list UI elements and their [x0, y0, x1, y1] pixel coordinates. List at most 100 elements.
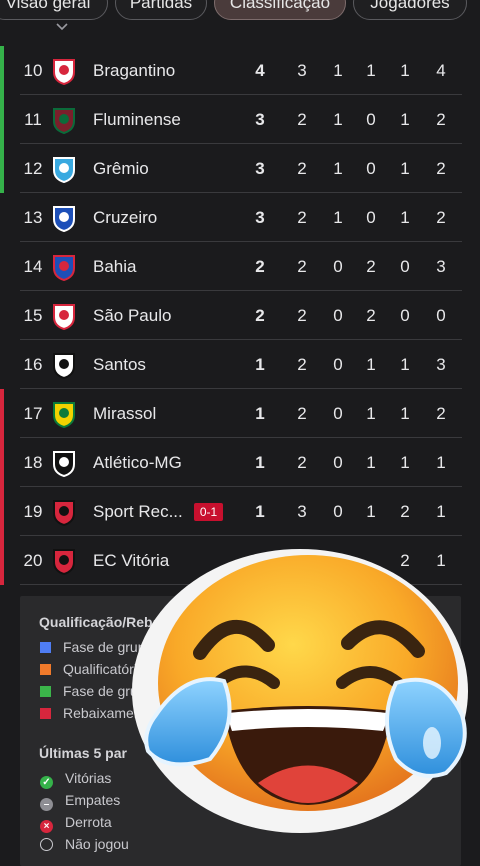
stat-cell: 1: [400, 61, 410, 80]
stat-cell: 1: [333, 110, 343, 129]
points-cell: 3: [255, 110, 265, 129]
stat-cell: 2: [297, 355, 307, 374]
stat-cell: 0: [436, 306, 446, 325]
team-crest-icon: [53, 402, 75, 428]
tab-bar: Visão geral Partidas Classificação Jogad…: [0, 0, 480, 24]
row-position: 17: [23, 404, 43, 423]
live-score-badge: 0-1: [194, 503, 223, 521]
stat-cell: 1: [400, 159, 410, 178]
stat-cell: 1: [333, 208, 343, 227]
stat-cell: 2: [297, 306, 307, 325]
red-square-icon: [40, 708, 51, 719]
stat-cell: 0: [400, 306, 410, 325]
stat-cell: 1: [400, 208, 410, 227]
stat-cell: 2: [366, 306, 376, 325]
row-position: 11: [24, 110, 42, 129]
table-row[interactable]: 18 Atlético-MG 1 2 0 1 1 1: [0, 438, 480, 487]
points-cell: 1: [255, 453, 265, 472]
stat-cell: 1: [400, 110, 410, 129]
x-icon: ×: [40, 820, 53, 833]
row-position: 18: [23, 453, 43, 472]
green-square-icon: [40, 686, 51, 697]
minus-icon: –: [40, 798, 53, 811]
stat-cell: 3: [436, 355, 446, 374]
team-name: Bragantino: [93, 61, 176, 80]
team-name: Cruzeiro: [93, 208, 158, 227]
table-row[interactable]: 13 Cruzeiro 3 2 1 0 1 2: [0, 193, 480, 242]
row-position: 14: [23, 257, 43, 276]
stat-cell: 2: [297, 159, 307, 178]
stat-cell: 0: [333, 453, 343, 472]
table-row[interactable]: 16 Santos 1 2 0 1 1 3: [0, 340, 480, 389]
stat-cell: 0: [366, 159, 376, 178]
team-name: Santos: [93, 355, 146, 374]
points-cell: 3: [255, 208, 265, 227]
team-crest-icon: [53, 108, 75, 134]
laughing-crying-emoji-icon: [132, 549, 468, 833]
table-row[interactable]: 15 São Paulo 2 2 0 2 0 0: [0, 291, 480, 340]
stat-cell: 0: [333, 502, 343, 521]
legend-item: Rebaixamen: [40, 705, 142, 721]
points-cell: 1: [255, 502, 265, 521]
team-name: Atlético-MG: [93, 453, 182, 472]
tab-matches[interactable]: Partidas: [115, 0, 207, 20]
zone-indicator: [0, 95, 4, 144]
table-row[interactable]: 19 Sport Rec... 0-1 1 3 0 1 2 1: [0, 487, 480, 536]
legend-item: ✓ Vitórias: [40, 770, 111, 789]
zone-indicator: [0, 536, 4, 585]
team-crest-icon: [53, 206, 75, 232]
row-position: 19: [23, 502, 43, 521]
empty-circle-icon: [40, 838, 53, 851]
tab-players[interactable]: Jogadores: [353, 0, 467, 20]
stat-cell: 1: [400, 453, 410, 472]
stat-cell: 2: [297, 208, 307, 227]
stat-cell: 0: [333, 404, 343, 423]
tab-standings[interactable]: Classificação: [214, 0, 346, 20]
stat-cell: 0: [400, 257, 410, 276]
legend-item: × Derrota: [40, 814, 112, 833]
stat-cell: 2: [436, 404, 446, 423]
team-crest-icon: [53, 451, 75, 477]
team-name: Mirassol: [93, 404, 157, 423]
table-row[interactable]: 14 Bahia 2 2 0 2 0 3: [0, 242, 480, 291]
stat-cell: 1: [436, 502, 446, 521]
team-crest-icon: [53, 500, 75, 526]
stat-cell: 1: [436, 453, 446, 472]
stat-cell: 2: [436, 208, 446, 227]
team-crest-icon: [53, 304, 75, 330]
stat-cell: 1: [366, 502, 376, 521]
stat-cell: 3: [297, 502, 307, 521]
stat-cell: 1: [366, 453, 376, 472]
stat-cell: 3: [297, 61, 307, 80]
table-row[interactable]: 11 Fluminense 3 2 1 0 1 2: [0, 95, 480, 144]
table-row[interactable]: 12 Grêmio 3 2 1 0 1 2: [0, 144, 480, 193]
points-cell: 4: [255, 61, 265, 80]
zone-indicator: [0, 487, 4, 536]
stat-cell: 0: [333, 355, 343, 374]
stat-cell: 1: [333, 61, 343, 80]
stat-cell: 1: [366, 61, 376, 80]
team-name: Grêmio: [93, 159, 149, 178]
stat-cell: 0: [366, 110, 376, 129]
stat-cell: 1: [366, 404, 376, 423]
legend-last5-title: Últimas 5 par: [39, 745, 127, 761]
zone-indicator: [0, 438, 4, 487]
points-cell: 2: [255, 257, 265, 276]
stat-cell: 0: [366, 208, 376, 227]
stat-cell: 2: [297, 404, 307, 423]
blue-square-icon: [40, 642, 51, 653]
table-row[interactable]: 17 Mirassol 1 2 0 1 1 2: [0, 389, 480, 438]
tab-overview[interactable]: Visão geral: [0, 0, 108, 20]
row-position: 15: [23, 306, 43, 325]
stat-cell: 0: [333, 257, 343, 276]
points-cell: 2: [255, 306, 265, 325]
check-icon: ✓: [40, 776, 53, 789]
zone-indicator: [0, 144, 4, 193]
legend-item: Qualificatóri: [40, 661, 137, 677]
team-name: Bahia: [93, 257, 137, 276]
stat-cell: 2: [297, 110, 307, 129]
zone-indicator: [0, 46, 4, 95]
zone-indicator: [0, 389, 4, 438]
team-crest-icon: [53, 549, 75, 575]
table-row[interactable]: 10 Bragantino 4 3 1 1 1 4: [0, 46, 480, 95]
